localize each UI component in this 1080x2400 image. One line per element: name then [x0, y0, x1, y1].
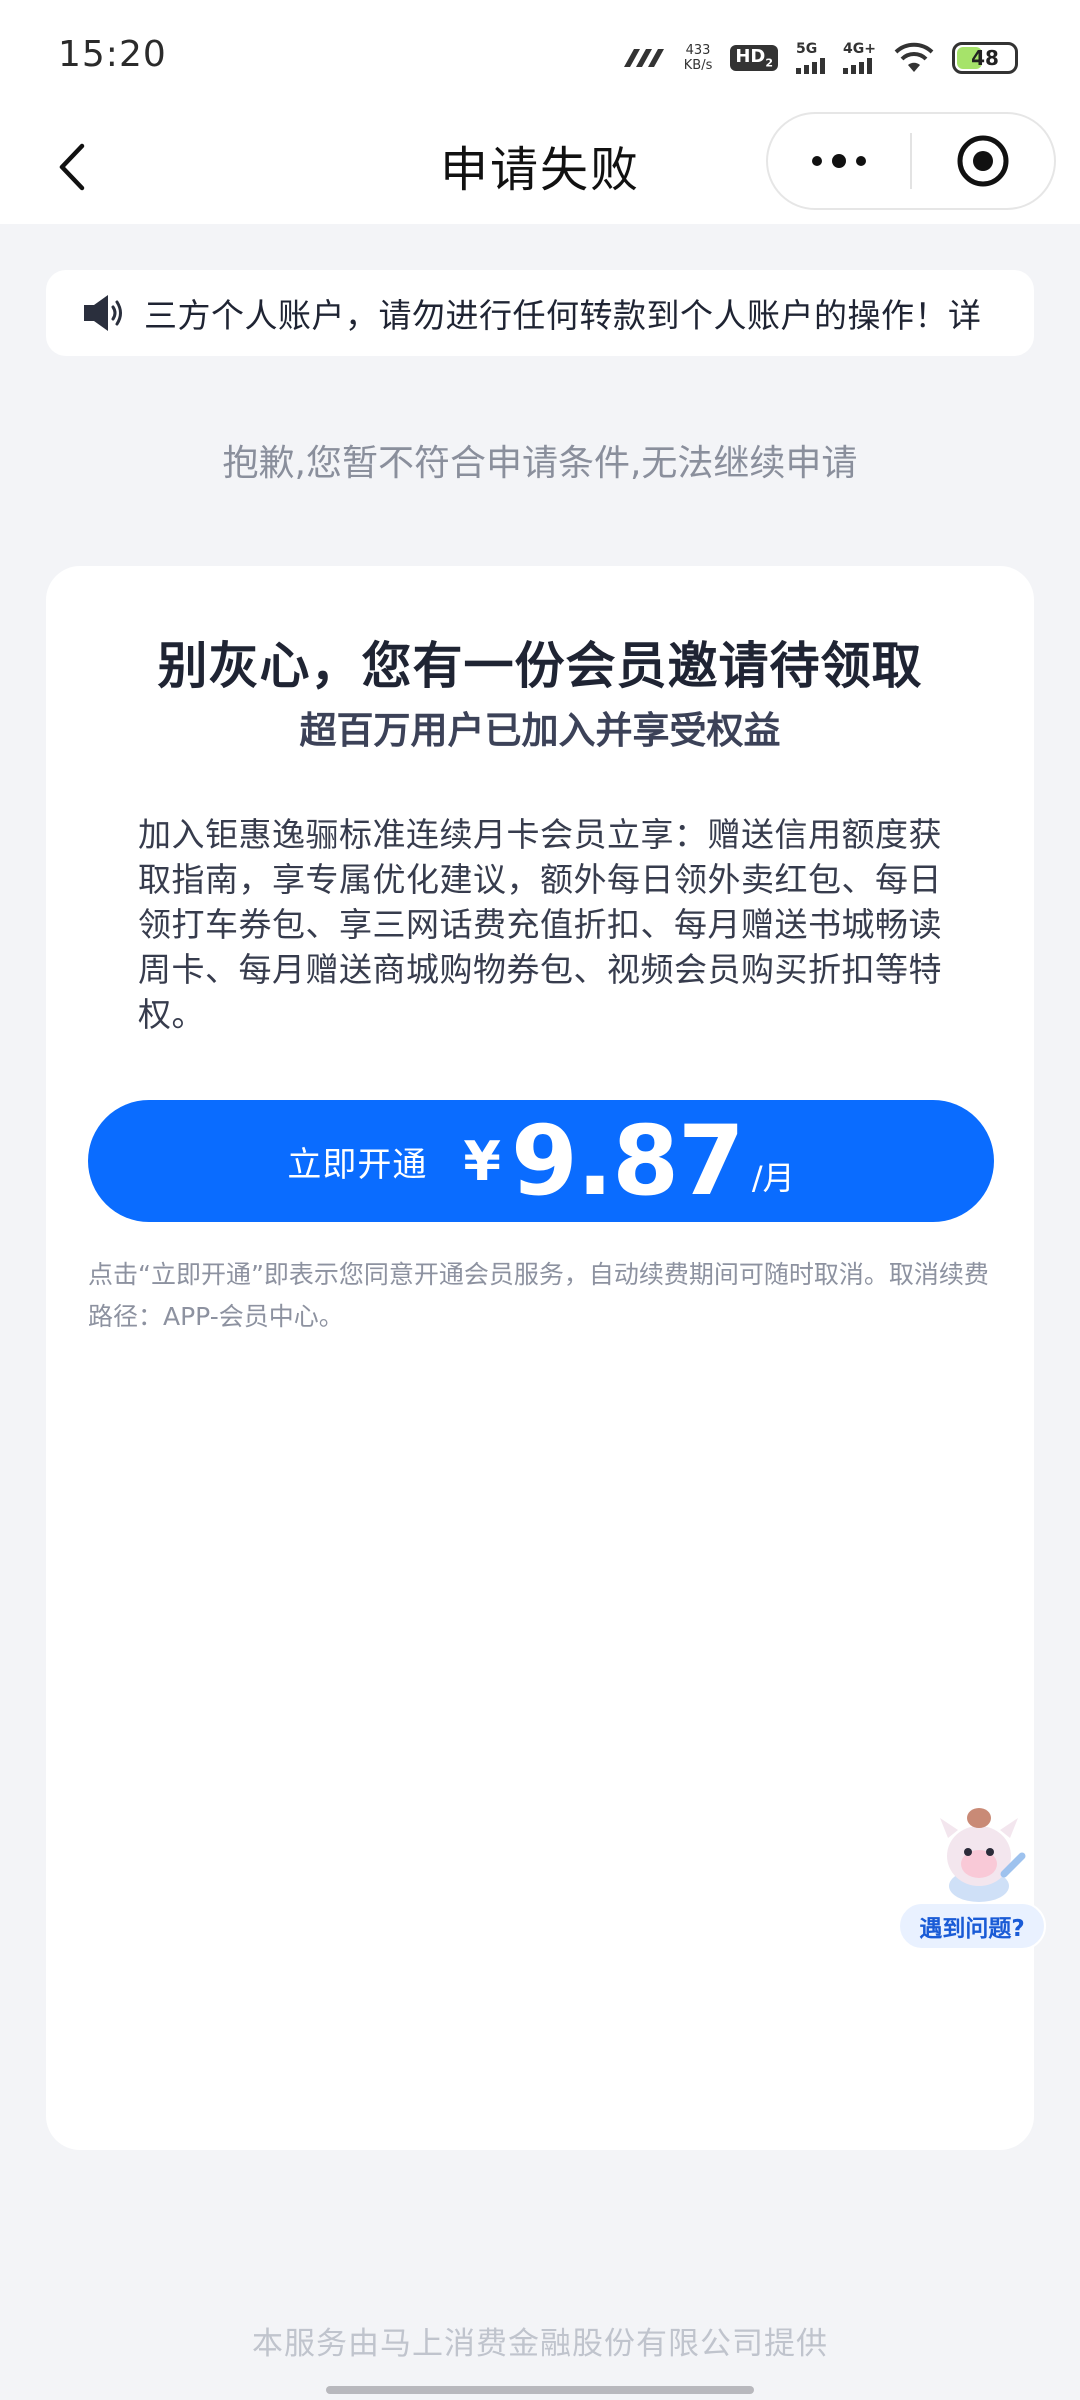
price-currency: ¥ [463, 1129, 501, 1193]
fail-message: 抱歉,您暂不符合申请条件,无法继续申请 [222, 443, 858, 484]
notice-banner[interactable]: 三方个人账户，请勿进行任何转款到个人账户的操作！详 [46, 270, 1034, 356]
net-speed-value: 433 [685, 43, 711, 58]
footer-provider-text: 本服务由马上消费金融股份有限公司提供 [252, 2326, 828, 2362]
close-button[interactable] [912, 114, 1054, 208]
status-icons: 433 KB/s HD2 5G 4G+ 48 [620, 36, 1018, 80]
notice-text: 三方个人账户，请勿进行任何转款到个人账户的操作！详 [144, 296, 982, 335]
price-unit: /月 [751, 1159, 795, 1197]
activate-now-button[interactable]: 立即开通 ¥ 9.87 /月 [88, 1100, 994, 1222]
signal-bars-icon [843, 56, 873, 74]
signal-brand-icon [623, 49, 664, 67]
help-float-button[interactable]: 遇到问题? [898, 1804, 1046, 1950]
price-value: 9.87 [510, 1105, 745, 1217]
more-dots-icon [812, 156, 822, 166]
signal-bars-icon [796, 56, 826, 74]
net-speed-unit: KB/s [683, 58, 713, 73]
status-time: 15:20 [58, 34, 167, 75]
hd-label: HD [735, 46, 766, 68]
battery-icon: 48 [952, 42, 1018, 74]
hd-badge: HD2 [730, 45, 779, 71]
network-5g-label: 5G [796, 41, 818, 57]
card-subtitle: 超百万用户已加入并享受权益 [299, 709, 781, 752]
home-indicator[interactable] [326, 2386, 754, 2394]
hd-sub: 2 [765, 56, 774, 70]
card-description: 加入钜惠逸骊标准连续月卡会员立享：赠送信用额度获取指南，享专属优化建议，额外每日… [138, 815, 942, 1034]
help-label: 遇到问题? [898, 1902, 1046, 1950]
battery-level: 48 [971, 46, 999, 70]
mascot-icon [940, 1808, 1026, 1902]
agreement-text: 点击“立即开通”即表示您同意开通会员服务，自动续费期间可随时取消。取消续费路径：… [88, 1260, 989, 1331]
target-close-icon [957, 135, 1009, 187]
network-5g: 5G [796, 41, 826, 74]
activate-label: 立即开通 [287, 1144, 428, 1185]
network-4g-label: 4G+ [843, 41, 876, 57]
wifi-icon [894, 42, 934, 72]
network-4g: 4G+ [843, 42, 876, 74]
speaker-icon [84, 295, 122, 331]
membership-card: 别灰心，您有一份会员邀请待领取 超百万用户已加入并享受权益 加入钜惠逸骊标准连续… [46, 566, 1034, 2150]
card-title: 别灰心，您有一份会员邀请待领取 [157, 637, 923, 695]
more-button[interactable] [768, 114, 910, 208]
status-bar: 15:20 433 KB/s HD2 5G 4G+ 48 [0, 0, 1080, 110]
net-speed: 433 KB/s [684, 43, 713, 73]
mini-program-capsule [766, 112, 1056, 210]
